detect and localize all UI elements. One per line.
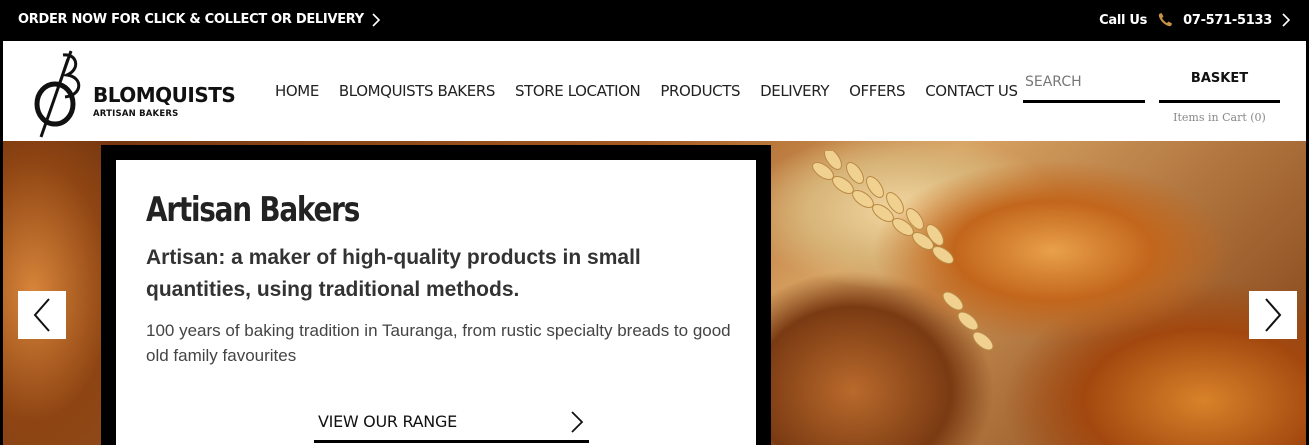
logo-mark-icon [34, 50, 81, 138]
hero-card: Artisan Bakers Artisan: a maker of high-… [116, 160, 756, 445]
nav-item-contact-us[interactable]: CONTACT US [915, 41, 1027, 141]
slider-prev-button[interactable] [18, 291, 66, 339]
chevron-right-icon [1282, 13, 1291, 27]
order-now-link[interactable]: ORDER NOW FOR CLICK & COLLECT OR DELIVER… [18, 12, 381, 27]
nav-item-home[interactable]: HOME [265, 41, 329, 145]
logo-wordmark: BLOMQUISTS [93, 83, 236, 107]
order-now-label: ORDER NOW FOR CLICK & COLLECT OR DELIVER… [18, 12, 364, 27]
nav-item-store-location[interactable]: STORE LOCATION [505, 41, 650, 141]
hero-panel: Artisan Bakers Artisan: a maker of high-… [101, 145, 771, 445]
nav-item-blomquists-bakers[interactable]: BLOMQUISTS BAKERS [329, 41, 505, 141]
call-us[interactable]: Call Us 07-571-5133 [1099, 12, 1291, 28]
call-us-label: Call Us [1099, 12, 1148, 28]
logo[interactable]: BLOMQUISTS ARTISAN BAKERS [33, 49, 236, 139]
cart-count[interactable]: Items in Cart (0) [1159, 111, 1280, 124]
phone-number[interactable]: 07-571-5133 [1183, 13, 1272, 28]
chevron-right-icon [372, 12, 381, 27]
chevron-right-icon [571, 410, 583, 433]
hero-title: Artisan Bakers [146, 190, 360, 230]
slider-next-button[interactable] [1249, 291, 1297, 339]
top-bar: ORDER NOW FOR CLICK & COLLECT OR DELIVER… [0, 0, 1309, 41]
main-nav: HOME BLOMQUISTS BAKERS STORE LOCATION PR… [265, 41, 1028, 145]
hero-subtitle: Artisan: a maker of high-quality product… [146, 246, 641, 301]
site-header: BLOMQUISTS ARTISAN BAKERS HOME BLOMQUIST… [0, 41, 1309, 145]
nav-item-delivery[interactable]: DELIVERY [750, 41, 839, 141]
basket-button[interactable]: BASKET [1159, 67, 1280, 103]
wheat-image [812, 151, 994, 351]
view-range-button[interactable]: VIEW OUR RANGE [314, 403, 589, 443]
nav-item-products[interactable]: PRODUCTS [650, 41, 750, 141]
search-box [1023, 67, 1145, 103]
logo-tagline: ARTISAN BAKERS [93, 109, 179, 119]
hero-slider: Artisan Bakers Artisan: a maker of high-… [0, 141, 1309, 445]
chevron-right-icon [1265, 298, 1282, 332]
nav-item-offers[interactable]: OFFERS [839, 41, 915, 141]
search-input[interactable] [1023, 67, 1145, 97]
view-range-label: VIEW OUR RANGE [318, 412, 457, 431]
phone-icon [1158, 13, 1173, 27]
chevron-left-icon [33, 298, 50, 332]
hero-body: 100 years of baking tradition in Taurang… [146, 321, 731, 365]
